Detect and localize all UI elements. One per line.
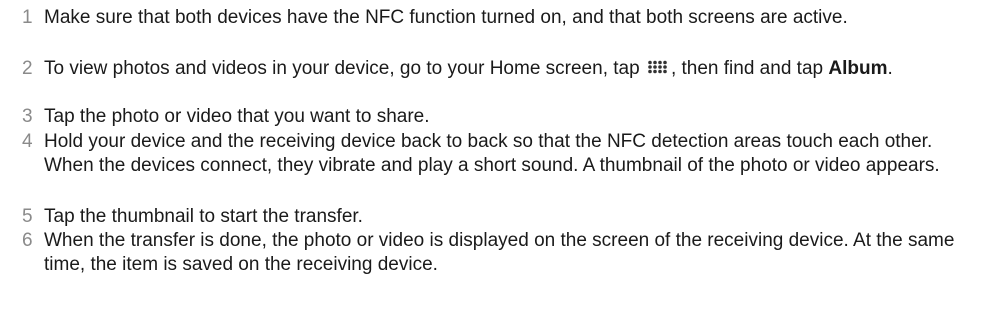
step-5: 5 Tap the thumbnail to start the transfe…	[0, 205, 990, 229]
step-text: When the transfer is done, the photo or …	[44, 230, 955, 275]
step-number: 4	[22, 131, 33, 152]
step-text: Tap the photo or video that you want to …	[44, 106, 430, 127]
step-6: 6 When the transfer is done, the photo o…	[0, 229, 990, 277]
step-number: 1	[22, 7, 33, 28]
step-text-part: To view photos and videos in your device…	[44, 58, 645, 79]
step-text-part: , then find and tap	[670, 58, 829, 79]
step-text: Tap the thumbnail to start the transfer.	[44, 206, 363, 227]
step-number: 6	[22, 230, 33, 251]
instruction-steps: 1 Make sure that both devices have the N…	[0, 0, 990, 335]
step-4: 4 Hold your device and the receiving dev…	[0, 130, 990, 178]
step-text: To view photos and videos in your device…	[44, 57, 990, 81]
step-number: 3	[22, 106, 33, 127]
step-number: 5	[22, 206, 33, 227]
apps-grid-icon	[648, 60, 667, 74]
step-1: 1 Make sure that both devices have the N…	[0, 6, 990, 30]
step-3: 3 Tap the photo or video that you want t…	[0, 105, 990, 129]
step-2: 2 To view photos and videos in your devi…	[0, 57, 990, 81]
step-text-part: .	[887, 58, 893, 79]
album-label: Album	[828, 58, 888, 79]
step-text: Make sure that both devices have the NFC…	[44, 7, 848, 28]
step-number: 2	[22, 58, 33, 79]
step-text: Hold your device and the receiving devic…	[44, 131, 940, 176]
